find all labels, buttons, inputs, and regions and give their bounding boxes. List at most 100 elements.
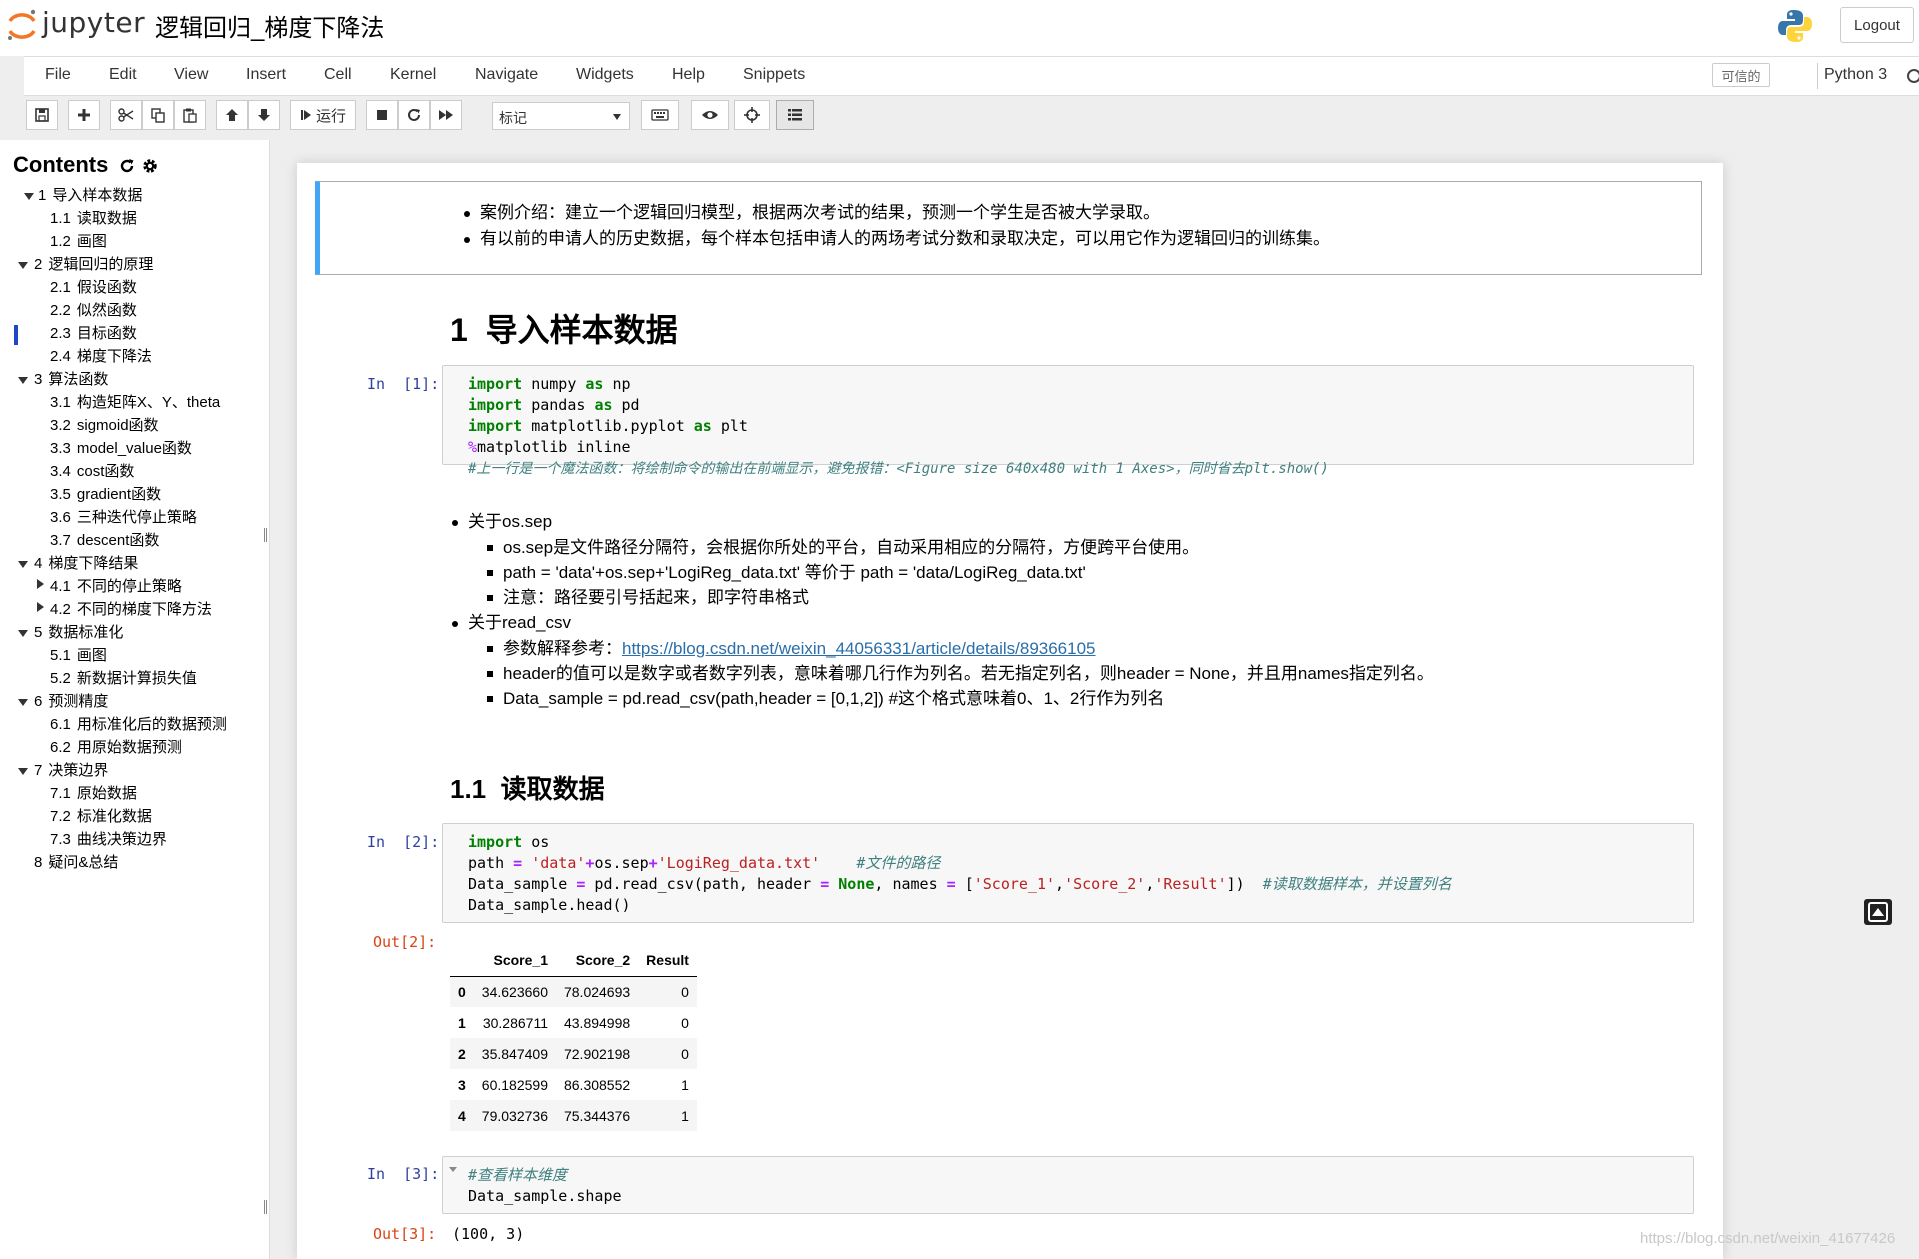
- toc-item-2-4[interactable]: 2.4 梯度下降法: [50, 347, 152, 367]
- toc-resize-handle[interactable]: [264, 528, 267, 542]
- code-cell-3[interactable]: #查看样本维度 Data_sample.shape: [442, 1156, 1694, 1214]
- cell-type-select[interactable]: 标记: [492, 102, 630, 130]
- toc-toggle-button[interactable]: [776, 100, 814, 130]
- fold-marker-icon[interactable]: [449, 1167, 457, 1172]
- menu-kernel[interactable]: Kernel: [390, 66, 436, 84]
- save-button[interactable]: [26, 100, 58, 130]
- menu-help[interactable]: Help: [672, 66, 705, 84]
- menu-widgets[interactable]: Widgets: [576, 66, 634, 84]
- logout-button[interactable]: Logout: [1840, 7, 1914, 43]
- toc-item-4-2[interactable]: 4.2 不同的梯度下降方法: [50, 600, 212, 620]
- toc-collapse-icon[interactable]: [18, 699, 28, 706]
- toc-item-3-5[interactable]: 3.5 gradient函数: [50, 485, 161, 505]
- toc-item-7-2[interactable]: 7.2 标准化数据: [50, 807, 152, 827]
- toc-item-4[interactable]: 4 梯度下降结果: [34, 554, 138, 574]
- table-cell: 72.902198: [563, 1045, 631, 1062]
- toc-collapse-icon[interactable]: [18, 262, 28, 269]
- output-prompt: Out[3]:: [373, 1225, 437, 1243]
- toc-item-6[interactable]: 6 预测精度: [34, 692, 108, 712]
- toc-item-5-2[interactable]: 5.2 新数据计算损失值: [50, 669, 197, 689]
- output-prompt: Out[2]:: [373, 933, 437, 951]
- toc-item-1-2[interactable]: 1.2 画图: [50, 232, 107, 252]
- menu-snippets[interactable]: Snippets: [743, 66, 805, 84]
- toc-item-2-2[interactable]: 2.2 似然函数: [50, 301, 137, 321]
- restart-button[interactable]: [398, 100, 430, 130]
- toc-expand-icon[interactable]: [37, 579, 44, 589]
- toc-resize-handle[interactable]: [264, 1200, 267, 1214]
- code-cell-1[interactable]: import numpy as np import pandas as pd i…: [442, 365, 1694, 477]
- copy-button[interactable]: [142, 100, 174, 130]
- toc-item-6-1[interactable]: 6.1 用标准化后的数据预测: [50, 715, 227, 735]
- jupyter-logo-text[interactable]: jupyter: [42, 6, 145, 39]
- md-sub-bullet: path = 'data'+os.sep+'LogiReg_data.txt' …: [485, 560, 1434, 585]
- reference-link[interactable]: https://blog.csdn.net/weixin_44056331/ar…: [622, 639, 1096, 658]
- toc-item-4-1[interactable]: 4.1 不同的停止策略: [50, 577, 182, 597]
- toc-label: gradient函数: [76, 486, 162, 503]
- menu-view[interactable]: View: [174, 66, 208, 84]
- toc-item-3[interactable]: 3 算法函数: [34, 370, 108, 390]
- toc-item-5[interactable]: 5 数据标准化: [34, 623, 123, 643]
- toc-item-1[interactable]: 1 导入样本数据: [38, 186, 142, 206]
- toc-num: 6.2: [50, 739, 71, 756]
- paste-button[interactable]: [174, 100, 206, 130]
- markdown-cell-intro[interactable]: 案例介绍：建立一个逻辑回归模型，根据两次考试的结果，预测一个学生是否被大学录取。…: [315, 181, 1702, 275]
- table-cell: 1: [681, 1107, 689, 1124]
- gear-icon[interactable]: [141, 157, 159, 175]
- toc-label: 原始数据: [76, 785, 137, 802]
- toc-expand-icon[interactable]: [37, 602, 44, 612]
- toc-item-7-3[interactable]: 7.3 曲线决策边界: [50, 830, 167, 850]
- toc-item-5-1[interactable]: 5.1 画图: [50, 646, 107, 666]
- toc-collapse-icon[interactable]: [18, 377, 28, 384]
- menu-edit[interactable]: Edit: [109, 66, 137, 84]
- insert-cell-button[interactable]: [68, 100, 100, 130]
- crosshairs-button[interactable]: [734, 100, 770, 130]
- code-line: Data_sample.head(): [468, 896, 631, 914]
- toc-item-3-4[interactable]: 3.4 cost函数: [50, 462, 134, 482]
- toc-label: sigmoid函数: [76, 417, 159, 434]
- toc-num: 7.1: [50, 785, 71, 802]
- toc-item-2-3[interactable]: 2.3 目标函数: [50, 324, 137, 344]
- refresh-icon[interactable]: [118, 157, 136, 175]
- move-down-button[interactable]: [248, 100, 280, 130]
- toc-item-2[interactable]: 2 逻辑回归的原理: [34, 255, 153, 275]
- toc-item-7[interactable]: 7 决策边界: [34, 761, 108, 781]
- toc-collapse-icon[interactable]: [18, 561, 28, 568]
- toc-item-3-3[interactable]: 3.3 model_value函数: [50, 439, 192, 459]
- toc-label: 梯度下降结果: [48, 555, 139, 572]
- interrupt-button[interactable]: [366, 100, 398, 130]
- notebook-title[interactable]: 逻辑回归_梯度下降法: [155, 8, 384, 43]
- restart-run-all-button[interactable]: [430, 100, 462, 130]
- toc-title: Contents: [13, 152, 109, 177]
- intro-bullet: 案例介绍：建立一个逻辑回归模型，根据两次考试的结果，预测一个学生是否被大学录取。: [462, 200, 1330, 226]
- toc-item-1-1[interactable]: 1.1 读取数据: [50, 209, 137, 229]
- menu-navigate[interactable]: Navigate: [475, 66, 538, 84]
- code-line: import matplotlib.pyplot as plt: [468, 417, 748, 435]
- table-header-row: Score_1 Score_2 Result: [450, 945, 697, 977]
- toc-item-8[interactable]: 8 疑问&总结: [34, 853, 118, 873]
- toc-label: 导入样本数据: [52, 187, 143, 204]
- trusted-badge[interactable]: 可信的: [1712, 63, 1770, 87]
- menu-file[interactable]: File: [45, 66, 71, 84]
- toc-item-6-2[interactable]: 6.2 用原始数据预测: [50, 738, 182, 758]
- command-palette-button[interactable]: [641, 100, 679, 130]
- move-up-button[interactable]: [216, 100, 248, 130]
- table-header-index: [450, 945, 474, 977]
- toc-item-3-6[interactable]: 3.6 三种迭代停止策略: [50, 508, 197, 528]
- code-cell-2[interactable]: import os path = 'data'+os.sep+'LogiReg_…: [442, 823, 1694, 923]
- preview-button[interactable]: [691, 100, 729, 130]
- cut-button[interactable]: [110, 100, 142, 130]
- toc-item-3-1[interactable]: 3.1 构造矩阵X、Y、theta: [50, 393, 220, 413]
- scroll-to-top-button[interactable]: [1864, 899, 1892, 925]
- toc-collapse-icon[interactable]: [18, 768, 28, 775]
- toc-item-3-7[interactable]: 3.7 descent函数: [50, 531, 159, 551]
- toc-item-2-1[interactable]: 2.1 假设函数: [50, 278, 137, 298]
- toc-num: 5.1: [50, 647, 71, 664]
- menu-cell[interactable]: Cell: [324, 66, 352, 84]
- toc-collapse-icon[interactable]: [18, 630, 28, 637]
- toc-item-7-1[interactable]: 7.1 原始数据: [50, 784, 137, 804]
- toc-item-3-2[interactable]: 3.2 sigmoid函数: [50, 416, 159, 436]
- menu-insert[interactable]: Insert: [246, 66, 286, 84]
- run-button[interactable]: 运行: [290, 100, 356, 130]
- jupyter-logo-icon[interactable]: [4, 7, 40, 43]
- toc-collapse-icon[interactable]: [24, 193, 34, 200]
